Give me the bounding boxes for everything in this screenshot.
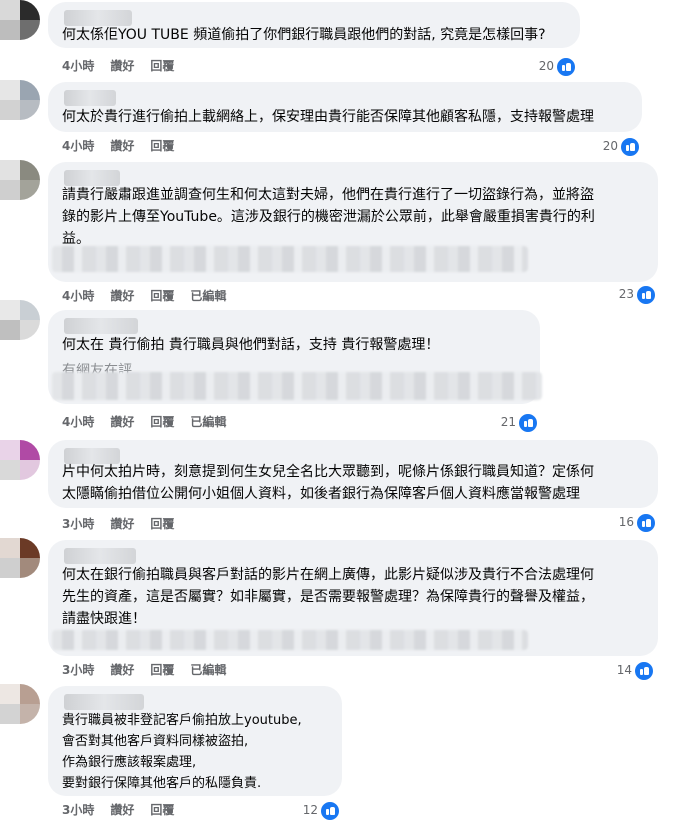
comment-time[interactable]: 4小時 (62, 59, 94, 73)
comment-time[interactable]: 4小時 (62, 415, 94, 429)
avatar[interactable] (0, 0, 40, 40)
reply-button[interactable]: 回覆 (150, 59, 174, 73)
comment-text: 何太在 貴行偷拍 貴行職員與他們對話，支持 貴行報警處理！ (62, 337, 440, 353)
comment-text: 何太係佢YOU TUBE 頻道偷拍了你們銀行職員跟他們的對話, 究竟是怎樣回事? (62, 27, 546, 43)
like-button[interactable]: 讚好 (110, 139, 134, 153)
like-button[interactable]: 讚好 (110, 59, 134, 73)
reply-button[interactable]: 回覆 (150, 415, 174, 429)
comment-time[interactable]: 4小時 (62, 289, 94, 303)
comment-actions: 3小時 讚好 回覆 已編輯 (62, 662, 242, 678)
comment-bubble: 何太於貴行進行偷拍上載網絡上，保安理由貴行能否保障其他顧客私隱，支持報警處理 (48, 82, 642, 132)
comment-bubble: 何太係佢YOU TUBE 頻道偷拍了你們銀行職員跟他們的對話, 究竟是怎樣回事? (48, 2, 580, 48)
reaction-count[interactable]: 23 (600, 284, 656, 305)
reply-button[interactable]: 回覆 (150, 289, 174, 303)
reply-button[interactable]: 回覆 (150, 663, 174, 677)
like-button[interactable]: 讚好 (110, 663, 134, 677)
like-icon (518, 413, 538, 433)
author-name-blurred[interactable] (64, 548, 136, 564)
like-icon (320, 801, 340, 821)
reaction-count[interactable]: 20 (520, 56, 576, 77)
author-name-blurred[interactable] (64, 694, 144, 710)
comment-text: 何太在銀行偷拍職員與客戶對話的影片在網上廣傳，此影片疑似涉及貴行不合法處理何 先… (62, 567, 594, 627)
like-button[interactable]: 讚好 (110, 803, 134, 817)
comment-time[interactable]: 3小時 (62, 663, 94, 677)
reply-button[interactable]: 回覆 (150, 517, 174, 531)
comment-time[interactable]: 3小時 (62, 803, 94, 817)
avatar[interactable] (0, 160, 40, 200)
blurred-content (52, 372, 542, 400)
comment-actions: 3小時 讚好 回覆 (62, 516, 190, 532)
comment-bubble: 貴行職員被非登記客戶偷拍放上youtube, 會否對其他客戶資料同樣被盜拍, 作… (48, 686, 342, 796)
comment-actions: 4小時 讚好 回覆 已編輯 (62, 288, 242, 304)
avatar[interactable] (0, 80, 40, 120)
comment-text: 貴行職員被非登記客戶偷拍放上youtube, 會否對其他客戶資料同樣被盜拍, 作… (62, 713, 302, 791)
like-button[interactable]: 讚好 (110, 289, 134, 303)
comment-actions: 4小時 讚好 回覆 已編輯 (62, 414, 242, 430)
reaction-count[interactable]: 20 (584, 136, 640, 157)
like-icon (556, 57, 576, 77)
comment-actions: 4小時 讚好 回覆 (62, 58, 190, 74)
comment-time[interactable]: 4小時 (62, 139, 94, 153)
like-button[interactable]: 讚好 (110, 517, 134, 531)
reaction-count[interactable]: 16 (600, 512, 656, 533)
avatar[interactable] (0, 300, 40, 340)
reaction-count[interactable]: 21 (482, 412, 538, 433)
comment-bubble: 片中何太拍片時，刻意提到何生女兒全名比大眾聽到，呢條片係銀行職員知道？定係何 太… (48, 440, 658, 508)
avatar[interactable] (0, 684, 40, 724)
author-name-blurred[interactable] (64, 90, 116, 106)
comment-actions: 3小時 讚好 回覆 (62, 802, 190, 818)
like-button[interactable]: 讚好 (110, 415, 134, 429)
avatar[interactable] (0, 440, 40, 480)
comment-text: 片中何太拍片時，刻意提到何生女兒全名比大眾聽到，呢條片係銀行職員知道？定係何 太… (62, 464, 594, 502)
comment-time[interactable]: 3小時 (62, 517, 94, 531)
comment-bubble: 請貴行嚴肅跟進並調查何生和何太這對夫婦，他們在貴行進行了一切盜錄行為，並將盜 錄… (48, 162, 658, 282)
reply-button[interactable]: 回覆 (150, 139, 174, 153)
like-icon (636, 285, 656, 305)
like-icon (636, 513, 656, 533)
avatar[interactable] (0, 538, 40, 578)
reaction-count[interactable]: 12 (284, 800, 340, 821)
like-icon (620, 137, 640, 157)
comment-text: 何太於貴行進行偷拍上載網絡上，保安理由貴行能否保障其他顧客私隱，支持報警處理 (62, 109, 594, 125)
blurred-content (52, 246, 528, 272)
comment-text: 請貴行嚴肅跟進並調查何生和何太這對夫婦，他們在貴行進行了一切盜錄行為，並將盜 錄… (62, 187, 595, 247)
like-icon (634, 661, 654, 681)
comment-bubble: 何太在 貴行偷拍 貴行職員與他們對話，支持 貴行報警處理！ 有網友在評 (48, 310, 542, 404)
blurred-content (52, 630, 528, 650)
reply-button[interactable]: 回覆 (150, 803, 174, 817)
comment-bubble: 何太在銀行偷拍職員與客戶對話的影片在網上廣傳，此影片疑似涉及貴行不合法處理何 先… (48, 540, 658, 656)
edited-label[interactable]: 已編輯 (190, 415, 226, 429)
reaction-count[interactable]: 14 (598, 660, 654, 681)
edited-label[interactable]: 已編輯 (190, 289, 226, 303)
edited-label[interactable]: 已編輯 (190, 663, 226, 677)
comment-actions: 4小時 讚好 回覆 (62, 138, 190, 154)
author-name-blurred[interactable] (64, 318, 138, 334)
